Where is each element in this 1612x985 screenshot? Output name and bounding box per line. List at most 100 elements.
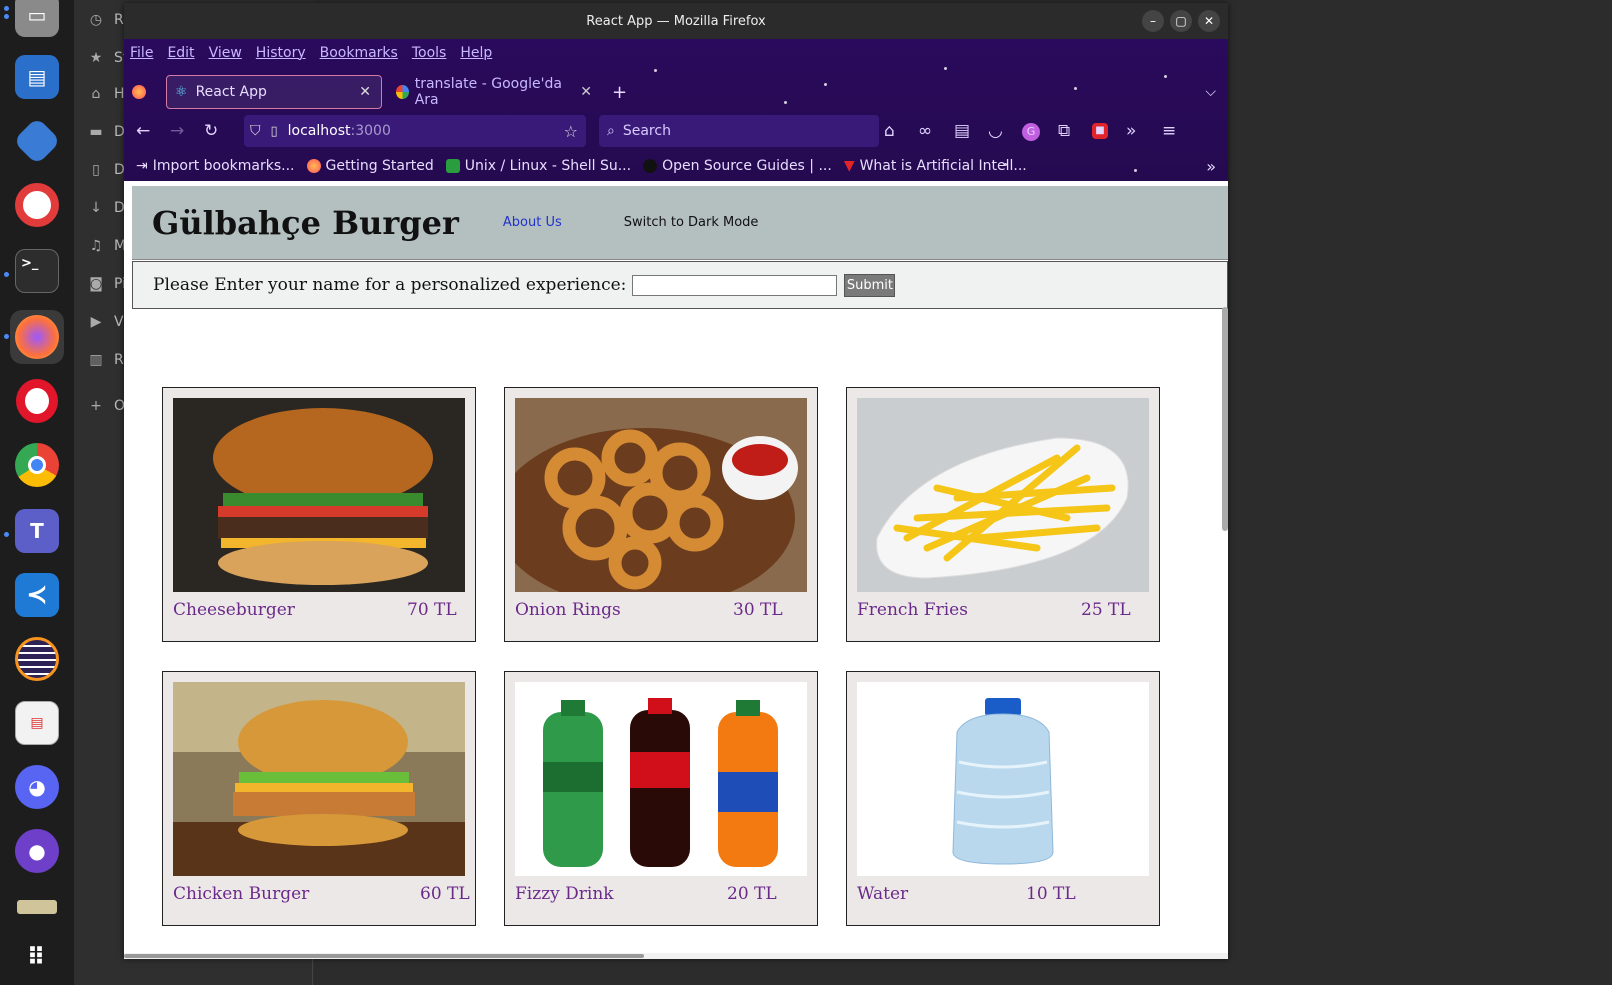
- recent-icon: ◷: [89, 12, 103, 28]
- hamburger-menu-icon[interactable]: ≡: [1162, 121, 1176, 141]
- name-form: Please Enter your name for a personalize…: [132, 261, 1228, 309]
- impress-app[interactable]: ▤: [10, 50, 64, 104]
- menu-card[interactable]: French Fries 25 TL: [846, 387, 1160, 642]
- viewer-app[interactable]: ▤: [10, 696, 64, 750]
- fm-item[interactable]: ◙ Pi: [88, 276, 126, 292]
- bookmark-open-source[interactable]: Open Source Guides | ...: [643, 158, 832, 174]
- pocket-icon[interactable]: ◡: [988, 121, 1003, 141]
- extensions-icon[interactable]: ⧉: [1058, 121, 1070, 141]
- vertical-scrollbar[interactable]: [1222, 307, 1228, 531]
- maximize-button[interactable]: ▢: [1170, 10, 1192, 32]
- fm-item[interactable]: ♫ M: [88, 238, 126, 254]
- horizontal-scrollbar[interactable]: [124, 953, 1228, 959]
- home-icon[interactable]: ⌂: [884, 121, 895, 141]
- item-name: Chicken Burger: [173, 884, 310, 904]
- chevron-down-icon: ⌵: [1205, 84, 1216, 100]
- overflow-chevron-icon[interactable]: »: [1126, 121, 1136, 141]
- private-mask-icon[interactable]: ∞: [918, 121, 932, 141]
- list-tabs-button[interactable]: ⌵: [1205, 75, 1216, 109]
- fm-item[interactable]: ▶ V: [88, 314, 124, 330]
- close-button[interactable]: ✕: [1198, 10, 1220, 32]
- new-tab-button[interactable]: +: [612, 75, 627, 109]
- drive-app[interactable]: [10, 880, 64, 934]
- item-price: 20 TL: [727, 884, 777, 904]
- library-icon[interactable]: ▤: [954, 121, 970, 141]
- firefox-window: React App — Mozilla Firefox – ▢ ✕ File E…: [124, 3, 1228, 959]
- submit-button[interactable]: Submit: [844, 273, 896, 297]
- firefox-icon: [306, 159, 321, 173]
- menu-card[interactable]: Cheeseburger 70 TL: [162, 387, 476, 642]
- terminal-app[interactable]: >_: [10, 244, 64, 298]
- drive-icon: [17, 900, 57, 914]
- tab-react-app[interactable]: ⚛ React App ✕: [166, 75, 382, 109]
- url-bar[interactable]: ⛉ ▯ localhost:3000 ☆: [244, 115, 586, 147]
- menu-help[interactable]: Help: [460, 45, 492, 61]
- plus-icon: +: [612, 81, 628, 103]
- teams-app[interactable]: T: [10, 504, 64, 558]
- menu-bookmarks[interactable]: Bookmarks: [320, 45, 398, 61]
- bookmark-import[interactable]: ⇥ Import bookmarks...: [136, 158, 295, 174]
- files-app[interactable]: ▭: [10, 0, 64, 42]
- dark-mode-toggle[interactable]: Switch to Dark Mode: [624, 215, 759, 230]
- tab-strip: ⚛ React App ✕ translate - Google'da Ara …: [124, 71, 1228, 111]
- scrollbar-thumb[interactable]: [124, 954, 644, 958]
- french-fries-image: [857, 398, 1149, 592]
- menu-card[interactable]: Chicken Burger 60 TL: [162, 671, 476, 926]
- github-icon: [643, 159, 658, 173]
- bookmark-ai[interactable]: ▼ What is Artificial Intell...: [844, 158, 1027, 174]
- item-name: Cheeseburger: [173, 600, 295, 620]
- reload-icon[interactable]: ↻: [204, 121, 218, 141]
- menu-card[interactable]: Onion Rings 30 TL: [504, 387, 818, 642]
- chrome-app[interactable]: [10, 438, 64, 492]
- tab-translate[interactable]: translate - Google'da Ara ✕: [392, 75, 592, 109]
- opera-app[interactable]: [10, 374, 64, 428]
- bookmarks-overflow-icon[interactable]: »: [1206, 157, 1216, 176]
- bookmark-getting-started[interactable]: Getting Started: [306, 158, 434, 174]
- bookmark-unix-shell[interactable]: Unix / Linux - Shell Su...: [445, 158, 631, 174]
- menu-history[interactable]: History: [256, 45, 306, 61]
- firefox-app[interactable]: [10, 310, 64, 364]
- item-name: Fizzy Drink: [515, 884, 614, 904]
- fm-item[interactable]: + O: [88, 398, 125, 414]
- bookmarks-toolbar: ⇥ Import bookmarks... Getting Started Uni…: [124, 151, 1228, 181]
- firefox-view-button[interactable]: [132, 75, 156, 109]
- fm-item[interactable]: ▯ D: [88, 162, 125, 178]
- item-price: 30 TL: [733, 600, 783, 620]
- bookmark-star-icon[interactable]: ☆: [564, 122, 578, 141]
- help-lifebuoy-icon: [15, 183, 59, 227]
- name-input[interactable]: [632, 274, 838, 296]
- git-app[interactable]: [10, 114, 64, 168]
- document-viewer-icon: ▤: [15, 701, 59, 745]
- maximize-icon: ▢: [1175, 14, 1187, 28]
- fm-item[interactable]: ★ St: [88, 50, 129, 66]
- tab-close-icon[interactable]: ✕: [580, 84, 592, 100]
- fm-item[interactable]: ▬ D: [88, 124, 124, 140]
- menu-card[interactable]: Fizzy Drink 20 TL: [504, 671, 818, 926]
- menu-file[interactable]: File: [130, 45, 153, 61]
- discord-app[interactable]: ◕: [10, 760, 64, 814]
- search-icon: ⌕: [607, 123, 615, 139]
- search-bar[interactable]: ⌕ Search: [599, 115, 879, 147]
- forward-icon[interactable]: →: [170, 121, 184, 141]
- eclipse-app[interactable]: [10, 632, 64, 686]
- files-icon: ▭: [15, 0, 59, 37]
- about-us-link[interactable]: About Us: [503, 215, 562, 230]
- back-icon[interactable]: ←: [136, 121, 150, 141]
- menu-card[interactable]: Water 10 TL: [846, 671, 1160, 926]
- tab-close-icon[interactable]: ✕: [359, 84, 371, 100]
- password-manager-icon[interactable]: ■: [1092, 123, 1108, 139]
- fm-item[interactable]: ⌂ H: [88, 86, 125, 102]
- vscode-app[interactable]: ≺: [10, 568, 64, 622]
- minimize-button[interactable]: –: [1142, 10, 1164, 32]
- cheeseburger-image: [173, 398, 465, 592]
- window-titlebar[interactable]: React App — Mozilla Firefox – ▢ ✕: [124, 3, 1228, 39]
- github-app[interactable]: ●: [10, 824, 64, 878]
- browser-toolbar: File Edit View History Bookmarks Tools H…: [124, 39, 1228, 181]
- menu-view[interactable]: View: [209, 45, 242, 61]
- grammarly-icon[interactable]: G: [1022, 123, 1040, 141]
- fm-item[interactable]: ↓ D: [88, 200, 125, 216]
- menu-edit[interactable]: Edit: [167, 45, 194, 61]
- help-app[interactable]: [10, 178, 64, 232]
- app-grid[interactable]: ⠿: [10, 930, 64, 984]
- menu-tools[interactable]: Tools: [412, 45, 447, 61]
